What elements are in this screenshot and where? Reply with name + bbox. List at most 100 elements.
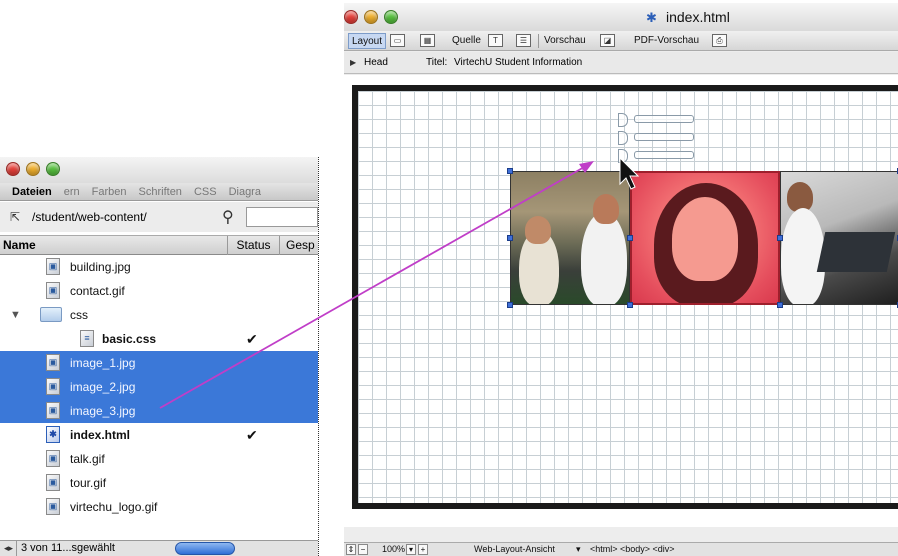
file-name: index.html (70, 428, 131, 442)
go-up-folder-icon[interactable]: ⇱ (10, 210, 30, 224)
student-figure (581, 212, 627, 304)
image-file-icon: ▣ (46, 354, 60, 371)
list-item[interactable]: ▣ building.jpg (0, 255, 318, 279)
image-file-icon: ▣ (46, 402, 60, 419)
view-mode[interactable]: Web-Layout-Ansicht (474, 543, 555, 556)
zoom-level[interactable]: 100% (382, 543, 405, 556)
resize-handle[interactable] (507, 302, 513, 308)
image-file-icon: ▣ (46, 378, 60, 395)
window-controls (344, 10, 398, 24)
checkout-check-icon: ✔ (246, 331, 258, 347)
tab-dateien[interactable]: Dateien (0, 186, 58, 198)
document-titlebar[interactable]: ✱ index.html (344, 3, 898, 31)
preview-button[interactable]: Vorschau (544, 33, 586, 49)
files-titlebar[interactable] (0, 157, 318, 183)
list-item[interactable]: ▼ css (0, 303, 318, 327)
title-label: Titel: (426, 57, 448, 68)
file-name: image_1.jpg (70, 356, 136, 370)
layout-button[interactable]: Layout (348, 33, 387, 49)
files-footer: ◂▸ 3 von 11...sgewählt (0, 540, 318, 556)
folder-icon (40, 307, 62, 322)
list-item[interactable]: ≡ basic.css ✔ (0, 327, 318, 351)
list-item[interactable]: ▣ talk.gif (0, 447, 318, 471)
resize-handle[interactable] (777, 302, 783, 308)
file-name: virtechu_logo.gif (70, 500, 158, 514)
resize-handle[interactable] (777, 235, 783, 241)
student-figure (781, 208, 825, 304)
preview-icon[interactable]: ◪ (600, 34, 615, 47)
list-item-selected[interactable]: ▣ image_3.jpg (0, 399, 318, 423)
head-label[interactable]: Head (364, 52, 388, 74)
screen: Dateien ern Farben Schriften CSS Diagra … (0, 0, 898, 556)
title-field[interactable]: VirtechU Student Information (454, 52, 582, 74)
source-button[interactable]: Quelle (452, 33, 481, 49)
student-photo-3[interactable] (780, 171, 898, 305)
html-file-icon: ✱ (46, 426, 60, 443)
zoom-button[interactable] (384, 10, 398, 24)
panel-tabs: Dateien ern Farben Schriften CSS Diagra (0, 183, 318, 201)
list-item[interactable]: ✱ index.html ✔ (0, 423, 318, 447)
close-button[interactable] (344, 10, 358, 24)
document-title: index.html (666, 9, 730, 25)
disclosure-triangle-icon[interactable]: ▶ (350, 52, 356, 74)
zoom-stepper-icon[interactable]: ⇕ (346, 544, 356, 555)
file-name: basic.css (102, 332, 157, 346)
table-view-icon[interactable]: ▦ (420, 34, 435, 47)
zoom-in-icon[interactable]: + (418, 544, 428, 555)
student-photo-1[interactable] (510, 171, 630, 305)
close-button[interactable] (6, 162, 20, 176)
footer-action-button[interactable] (175, 542, 235, 555)
current-path[interactable]: /student/web-content/ (32, 210, 147, 224)
student-photo-2-selected[interactable] (630, 171, 780, 305)
resize-handle[interactable] (627, 302, 633, 308)
search-icon[interactable]: ⚲ (222, 207, 234, 227)
tag-selector[interactable]: <html> <body> <div> (590, 543, 675, 556)
resize-arrows-icon[interactable]: ◂▸ (4, 541, 13, 556)
minimize-button[interactable] (26, 162, 40, 176)
div-marker-icon (618, 113, 628, 127)
text-view-icon[interactable]: T (488, 34, 503, 47)
zoom-button[interactable] (46, 162, 60, 176)
tab-farben[interactable]: Farben (86, 186, 133, 198)
column-status[interactable]: Status (228, 236, 280, 255)
tab-css[interactable]: CSS (188, 186, 223, 198)
window-controls (6, 162, 60, 176)
list-item[interactable]: ▣ virtechu_logo.gif (0, 495, 318, 519)
tab-partial[interactable]: ern (58, 186, 86, 198)
list-item[interactable]: ▣ contact.gif (0, 279, 318, 303)
panel-divider (318, 157, 319, 556)
tab-diagramme[interactable]: Diagra (223, 186, 267, 198)
layout-grid[interactable] (352, 85, 898, 509)
resize-handle[interactable] (507, 235, 513, 241)
student-head (593, 194, 619, 224)
layout-canvas[interactable] (344, 75, 898, 527)
div-placeholder (634, 133, 694, 141)
list-item-selected[interactable]: ▣ image_2.jpg (0, 375, 318, 399)
pdf-icon[interactable]: ⎙ (712, 34, 727, 47)
minimize-button[interactable] (364, 10, 378, 24)
pdf-preview-button[interactable]: PDF-Vorschau (634, 33, 699, 49)
toolbar-separator (538, 34, 539, 48)
checkout-check-icon: ✔ (246, 427, 258, 443)
photo-strip[interactable] (507, 168, 898, 308)
zoom-out-icon[interactable]: − (358, 544, 368, 555)
head-bar: ▶ Head Titel: VirtechU Student Informati… (344, 52, 898, 74)
resize-handle[interactable] (627, 235, 633, 241)
layout-view-icon[interactable]: ▭ (390, 34, 405, 47)
div-marker-icon (618, 131, 628, 145)
file-name: tour.gif (70, 476, 107, 490)
files-panel: Dateien ern Farben Schriften CSS Diagra … (0, 157, 318, 556)
zoom-dropdown-icon[interactable]: ▾ (406, 544, 416, 555)
column-name[interactable]: Name (0, 236, 228, 255)
view-mode-dropdown-icon[interactable]: ▾ (576, 543, 581, 556)
image-file-icon: ▣ (46, 474, 60, 491)
list-item[interactable]: ▣ tour.gif (0, 471, 318, 495)
split-view-icon[interactable]: ☰ (516, 34, 531, 47)
tab-schriften[interactable]: Schriften (133, 186, 188, 198)
list-item-selected[interactable]: ▣ image_1.jpg (0, 351, 318, 375)
disclosure-triangle-icon[interactable]: ▼ (10, 303, 21, 327)
search-input[interactable] (246, 207, 318, 227)
html-document-icon: ✱ (646, 10, 657, 25)
resize-handle[interactable] (507, 168, 513, 174)
column-gesperrt[interactable]: Gesp (281, 236, 318, 255)
